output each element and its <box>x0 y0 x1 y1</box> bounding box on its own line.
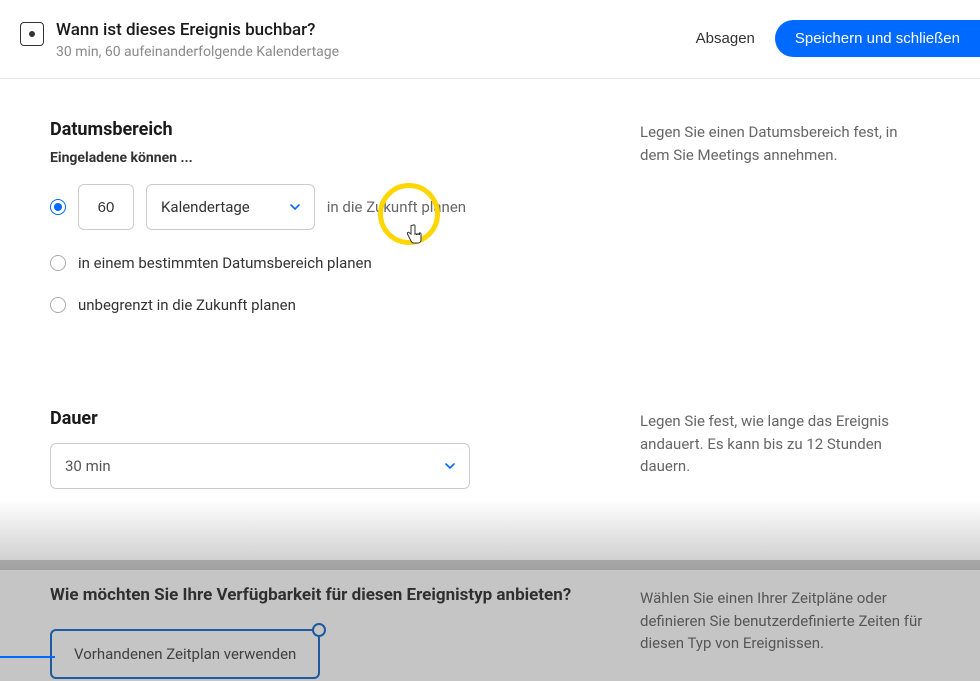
radio-specific[interactable] <box>50 255 66 271</box>
availability-help: Wählen Sie einen Ihrer Zeitpläne oder de… <box>640 585 930 679</box>
page-header: Wann ist dieses Ereignis buchbar? 30 min… <box>0 0 980 79</box>
cancel-button[interactable]: Absagen <box>692 22 759 55</box>
unit-dropdown-label: Kalendertage <box>161 198 250 216</box>
duration-section: Dauer 30 min Legen Sie fest, wie lange d… <box>0 408 980 489</box>
chevron-down-icon <box>290 202 300 212</box>
unlimited-label: unbegrenzt in die Zukunft planen <box>78 296 296 314</box>
radio-option-specific[interactable]: in einem bestimmten Datumsbereich planen <box>50 254 580 272</box>
header-left: Wann ist dieses Ereignis buchbar? 30 min… <box>20 20 339 60</box>
tab-label: Vorhandenen Zeitplan verwenden <box>74 645 296 663</box>
radio-option-future[interactable]: Kalendertage in die Zukunft planen <box>50 184 580 230</box>
unit-dropdown[interactable]: Kalendertage <box>146 184 315 230</box>
page-title: Wann ist dieses Ereignis buchbar? <box>56 20 339 40</box>
fade-overlay <box>0 500 980 570</box>
date-range-section: Datumsbereich Eingeladene können ... Kal… <box>0 79 980 338</box>
future-suffix: in die Zukunft planen <box>327 198 466 216</box>
date-range-label: Eingeladene können ... <box>50 150 580 166</box>
header-actions: Absagen Speichern und schließen <box>692 20 980 57</box>
selection-handle-icon <box>312 623 326 637</box>
tab-existing-schedule[interactable]: Vorhandenen Zeitplan verwenden <box>50 629 320 679</box>
specific-label: in einem bestimmten Datumsbereich planen <box>78 254 372 272</box>
radio-unlimited[interactable] <box>50 297 66 313</box>
radio-future[interactable] <box>50 199 66 215</box>
chevron-down-icon <box>445 461 455 471</box>
selection-line <box>0 656 55 658</box>
duration-value: 30 min <box>65 457 111 475</box>
date-range-title: Datumsbereich <box>50 119 580 140</box>
radio-option-unlimited[interactable]: unbegrenzt in die Zukunft planen <box>50 296 580 314</box>
duration-title: Dauer <box>50 408 580 429</box>
date-range-help: Legen Sie einen Datumsbereich fest, in d… <box>640 119 930 338</box>
duration-dropdown[interactable]: 30 min <box>50 443 470 489</box>
availability-title: Wie möchten Sie Ihre Verfügbarkeit für d… <box>50 585 590 605</box>
save-button[interactable]: Speichern und schließen <box>775 20 980 57</box>
page-subtitle: 30 min, 60 aufeinanderfolgende Kalendert… <box>56 44 339 60</box>
calendar-box-icon <box>20 22 44 46</box>
availability-section: Wie möchten Sie Ihre Verfügbarkeit für d… <box>0 585 980 679</box>
days-input[interactable] <box>78 184 134 230</box>
duration-help: Legen Sie fest, wie lange das Ereignis a… <box>640 408 930 489</box>
